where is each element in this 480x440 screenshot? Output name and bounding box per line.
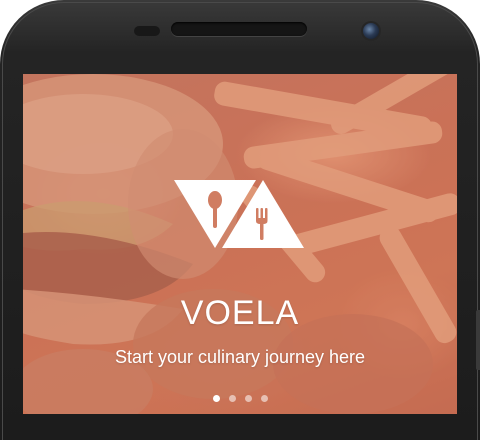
page-indicator[interactable]	[23, 395, 457, 402]
proximity-sensor	[134, 26, 160, 36]
side-button	[476, 310, 480, 370]
earpiece-speaker	[171, 22, 307, 36]
onboarding-screen[interactable]: VOELA Start your culinary journey here	[23, 74, 457, 414]
page-dot-4[interactable]	[260, 395, 268, 402]
phone-frame: VOELA Start your culinary journey here	[0, 0, 480, 440]
page-dot-2[interactable]	[228, 395, 236, 402]
page-dot-1[interactable]	[212, 395, 220, 402]
app-tagline: Start your culinary journey here	[114, 347, 366, 367]
app-title: VOELA	[180, 294, 300, 332]
app-logo	[174, 180, 304, 248]
page-dot-3[interactable]	[244, 395, 252, 402]
front-camera-icon	[363, 23, 379, 39]
